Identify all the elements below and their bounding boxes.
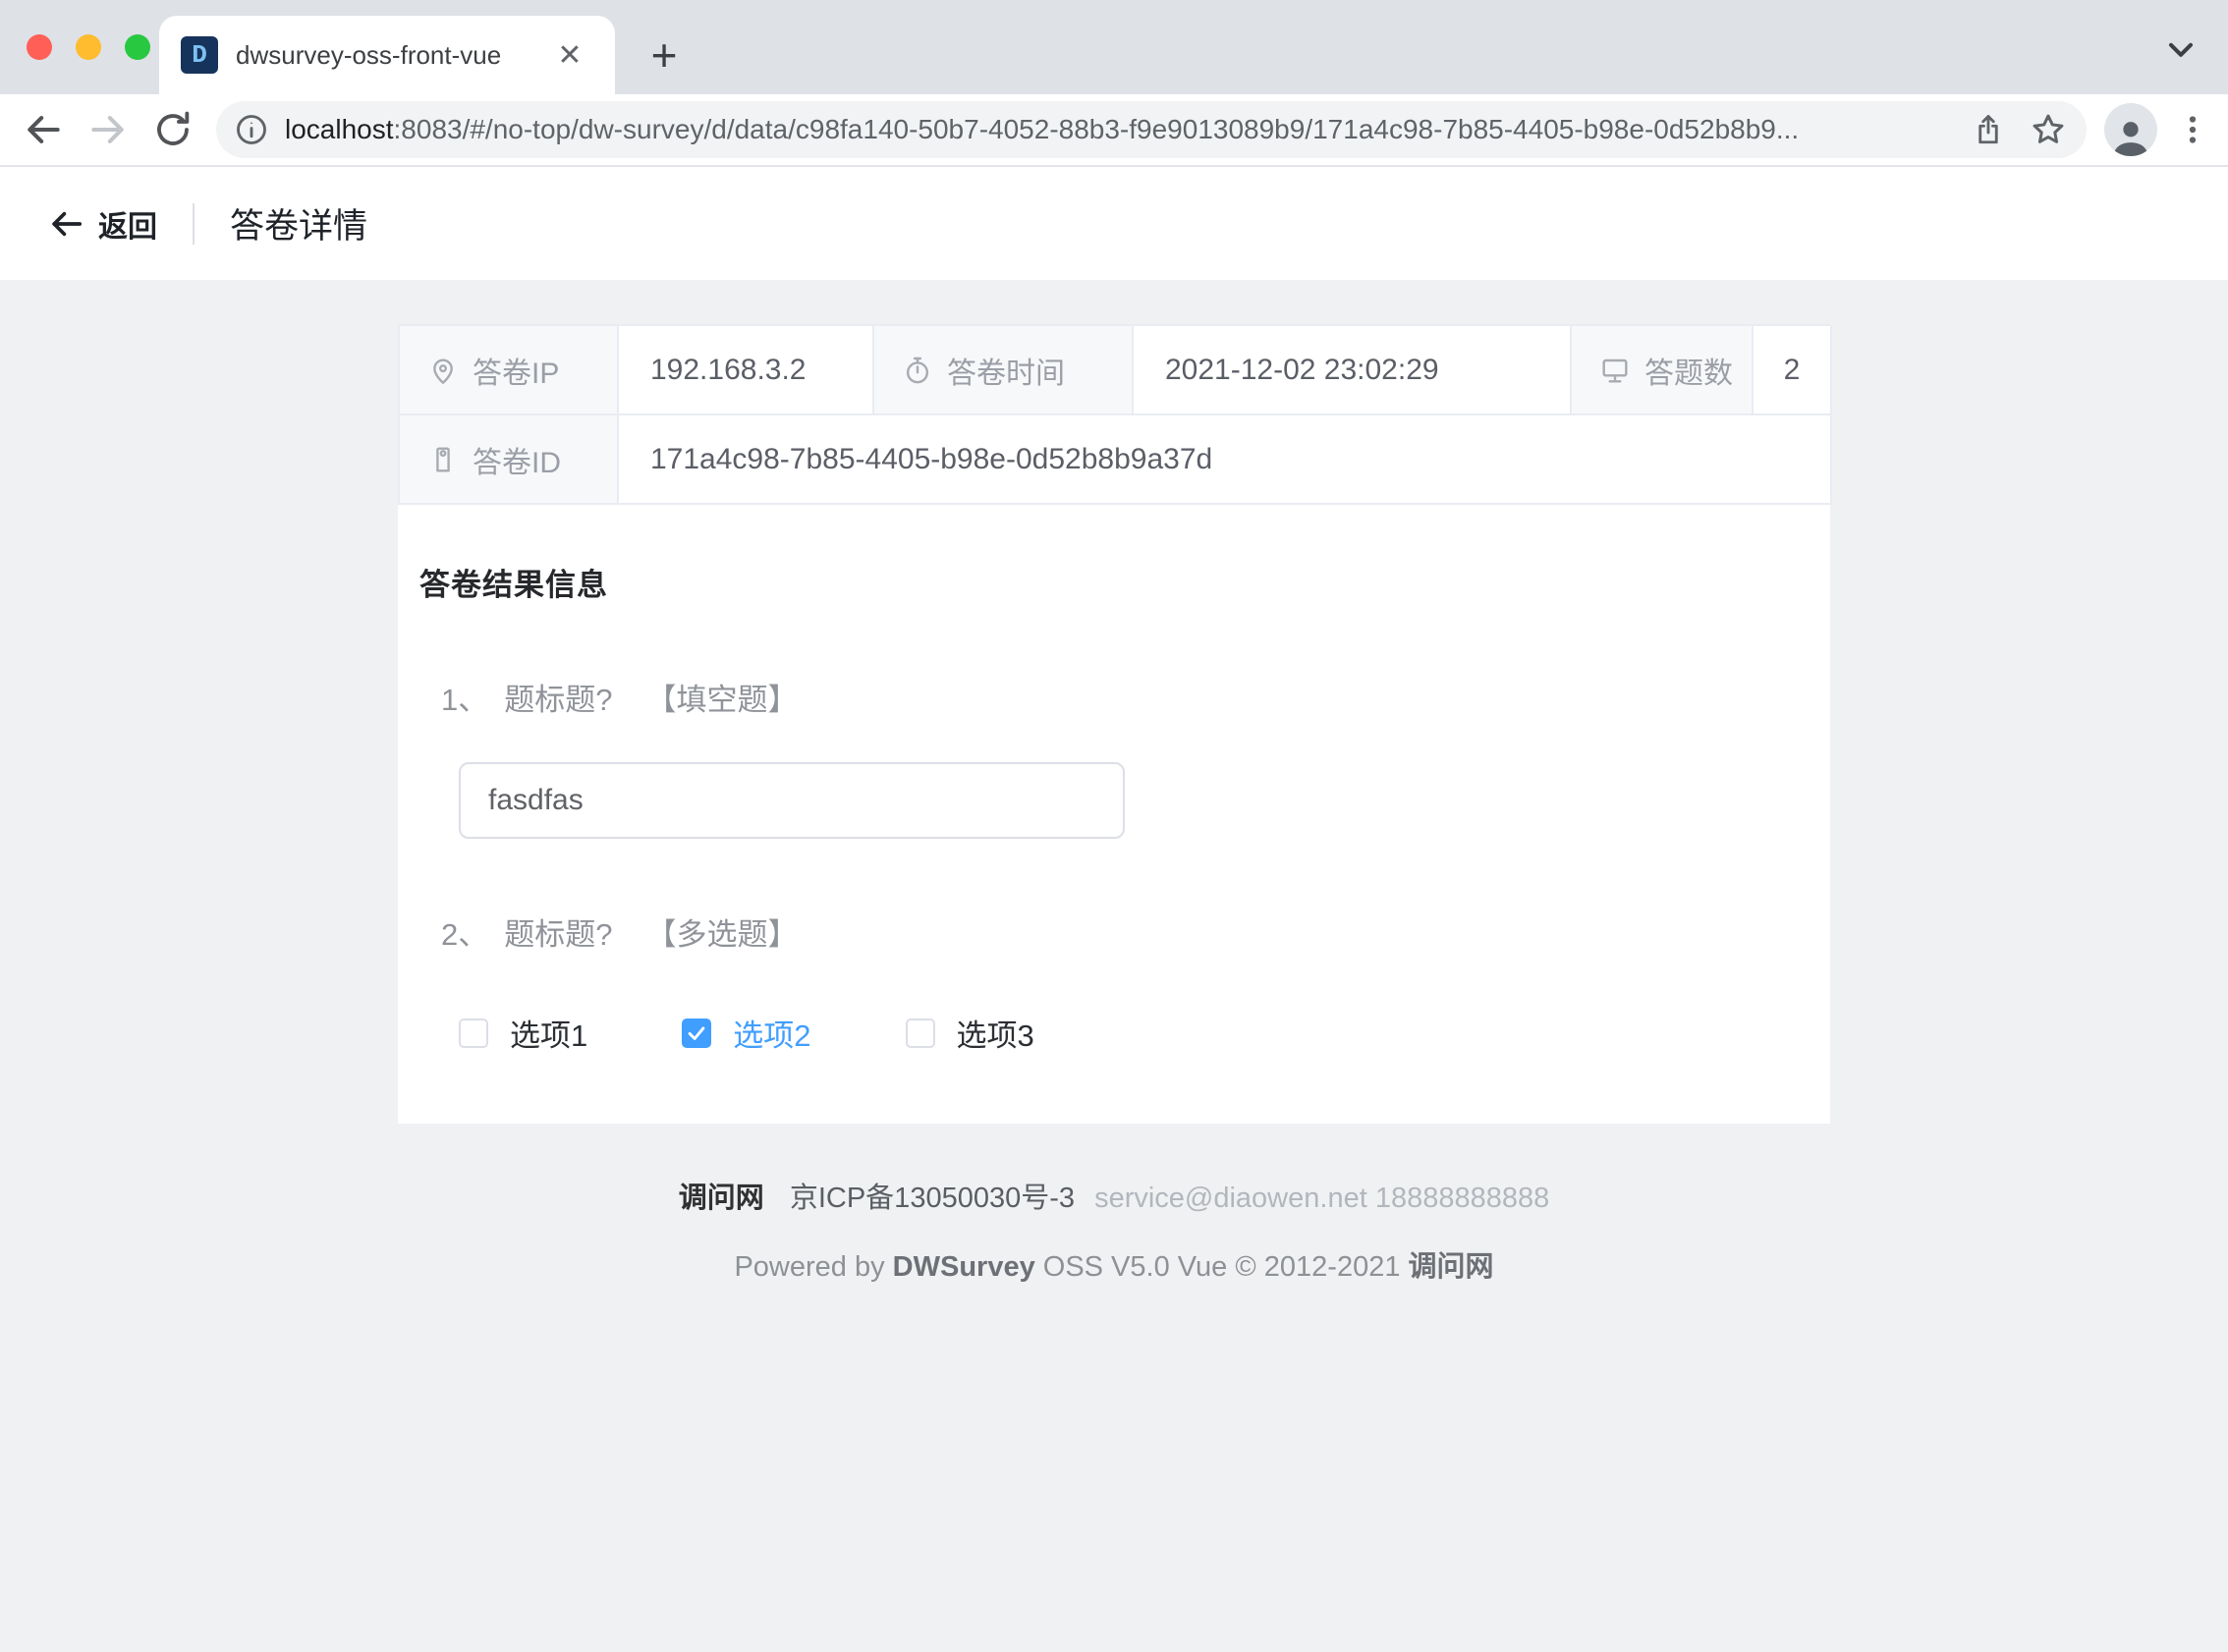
question-1-number: 1、 (441, 683, 488, 717)
answer-time-label-cell: 答卷时间 (874, 326, 1134, 415)
answer-ip-value: 192.168.3.2 (619, 326, 874, 415)
favicon-icon: D (181, 36, 218, 74)
checkbox-icon (459, 1019, 488, 1048)
traffic-lights (27, 34, 150, 60)
answer-id-label-cell: 答卷ID (400, 415, 619, 505)
question-2-number: 2、 (441, 917, 488, 952)
browser-tab[interactable]: D dwsurvey-oss-front-vue ✕ (159, 16, 615, 94)
page-header: 返回 答卷详情 (0, 167, 2228, 280)
monitor-icon (1599, 355, 1631, 386)
back-arrow-icon (47, 205, 84, 243)
stopwatch-icon (902, 355, 933, 386)
checkbox-option-1[interactable]: 选项1 (459, 1011, 587, 1055)
answer-ip-label: 答卷IP (473, 349, 559, 392)
main-content: 答卷IP 192.168.3.2 答卷时间 2021-12-02 23:02:2… (398, 324, 1830, 1285)
bookmark-star-icon[interactable] (2030, 111, 2067, 148)
footer-brand[interactable]: DWSurvey (893, 1251, 1035, 1283)
question-2-type-badge: 【多选题】 (646, 917, 799, 952)
back-link[interactable]: 返回 (47, 202, 157, 246)
footer-line-2: Powered by DWSurvey OSS V5.0 Vue © 2012-… (398, 1243, 1830, 1285)
footer-line-1: 调问网 京ICP备13050030号-3 service@diaowen.net… (398, 1175, 1830, 1216)
share-icon[interactable] (1971, 112, 2006, 147)
question-1-title: 1、题标题? 【填空题】 (441, 675, 1791, 719)
back-button[interactable] (16, 102, 71, 157)
location-pin-icon (427, 355, 459, 386)
footer-powered-site[interactable]: 调问网 (1409, 1251, 1494, 1283)
url-text: localhost:8083/#/no-top/dw-survey/d/data… (285, 114, 1947, 145)
checkbox-icon (682, 1019, 711, 1048)
tab-search-chevron-icon[interactable] (2159, 28, 2202, 71)
address-bar[interactable]: localhost:8083/#/no-top/dw-survey/d/data… (216, 101, 2087, 158)
answer-time-label: 答卷时间 (947, 349, 1065, 392)
url-path: :8083/#/no-top/dw-survey/d/data/c98fa140… (394, 114, 1800, 144)
forward-button[interactable] (81, 102, 136, 157)
url-host: localhost (285, 114, 394, 144)
answer-count-label: 答题数 (1644, 349, 1733, 392)
profile-avatar[interactable] (2104, 103, 2157, 156)
question-1-type-badge: 【填空题】 (646, 683, 799, 717)
question-2-title: 2、题标题? 【多选题】 (441, 909, 1791, 954)
answer-time-value: 2021-12-02 23:02:29 (1134, 326, 1572, 415)
page-title: 答卷详情 (230, 198, 367, 248)
browser-menu-icon[interactable] (2171, 108, 2214, 151)
checkbox-option-label: 选项2 (733, 1011, 810, 1055)
new-tab-button[interactable]: + (637, 28, 692, 83)
tab-close-icon[interactable]: ✕ (550, 35, 589, 75)
answer-id-value: 171a4c98-7b85-4405-b98e-0d52b8b9a37d (619, 415, 1832, 505)
checkbox-option-3[interactable]: 选项3 (906, 1011, 1034, 1055)
footer-powered-prefix: Powered by (734, 1251, 892, 1283)
header-divider (193, 203, 195, 245)
close-window-button[interactable] (27, 34, 52, 60)
answer-count-label-cell: 答题数 (1572, 326, 1754, 415)
reload-button[interactable] (145, 102, 200, 157)
question-1-answer-input[interactable] (459, 762, 1125, 839)
answer-result-card: 答卷结果信息 1、题标题?【填空题】 2、题标题?【多选题】 选项1 (398, 505, 1830, 1124)
answer-count-value: 2 (1754, 326, 1832, 415)
footer-icp-number[interactable]: 京ICP备13050030号-3 (790, 1183, 1075, 1214)
answer-ip-label-cell: 答卷IP (400, 326, 619, 415)
answer-info-table: 答卷IP 192.168.3.2 答卷时间 2021-12-02 23:02:2… (398, 324, 1830, 505)
footer-contact: service@diaowen.net 18888888888 (1094, 1183, 1549, 1214)
footer-site-name: 调问网 (679, 1183, 764, 1214)
page-footer: 调问网 京ICP备13050030号-3 service@diaowen.net… (398, 1175, 1830, 1285)
checkbox-option-label: 选项3 (957, 1011, 1034, 1055)
site-info-icon[interactable] (234, 112, 269, 147)
checkbox-option-label: 选项1 (510, 1011, 587, 1055)
tab-strip: D dwsurvey-oss-front-vue ✕ + (0, 0, 2228, 94)
zoom-window-button[interactable] (125, 34, 150, 60)
tag-icon (427, 444, 459, 475)
section-title: 答卷结果信息 (419, 560, 1791, 604)
checkbox-option-2[interactable]: 选项2 (682, 1011, 810, 1055)
question-1-text: 题标题? (504, 683, 612, 717)
question-2-text: 题标题? (504, 917, 612, 952)
checkbox-icon (906, 1019, 935, 1048)
browser-window: D dwsurvey-oss-front-vue ✕ + localhost:8… (0, 0, 2228, 1652)
browser-toolbar: localhost:8083/#/no-top/dw-survey/d/data… (0, 94, 2228, 167)
tab-title: dwsurvey-oss-front-vue (236, 40, 550, 71)
minimize-window-button[interactable] (76, 34, 101, 60)
answer-id-label: 答卷ID (473, 438, 561, 481)
back-label: 返回 (98, 202, 157, 246)
question-2-options: 选项1 选项2 选项3 (459, 1011, 1791, 1055)
footer-powered-mid: OSS V5.0 Vue © 2012-2021 (1035, 1251, 1409, 1283)
